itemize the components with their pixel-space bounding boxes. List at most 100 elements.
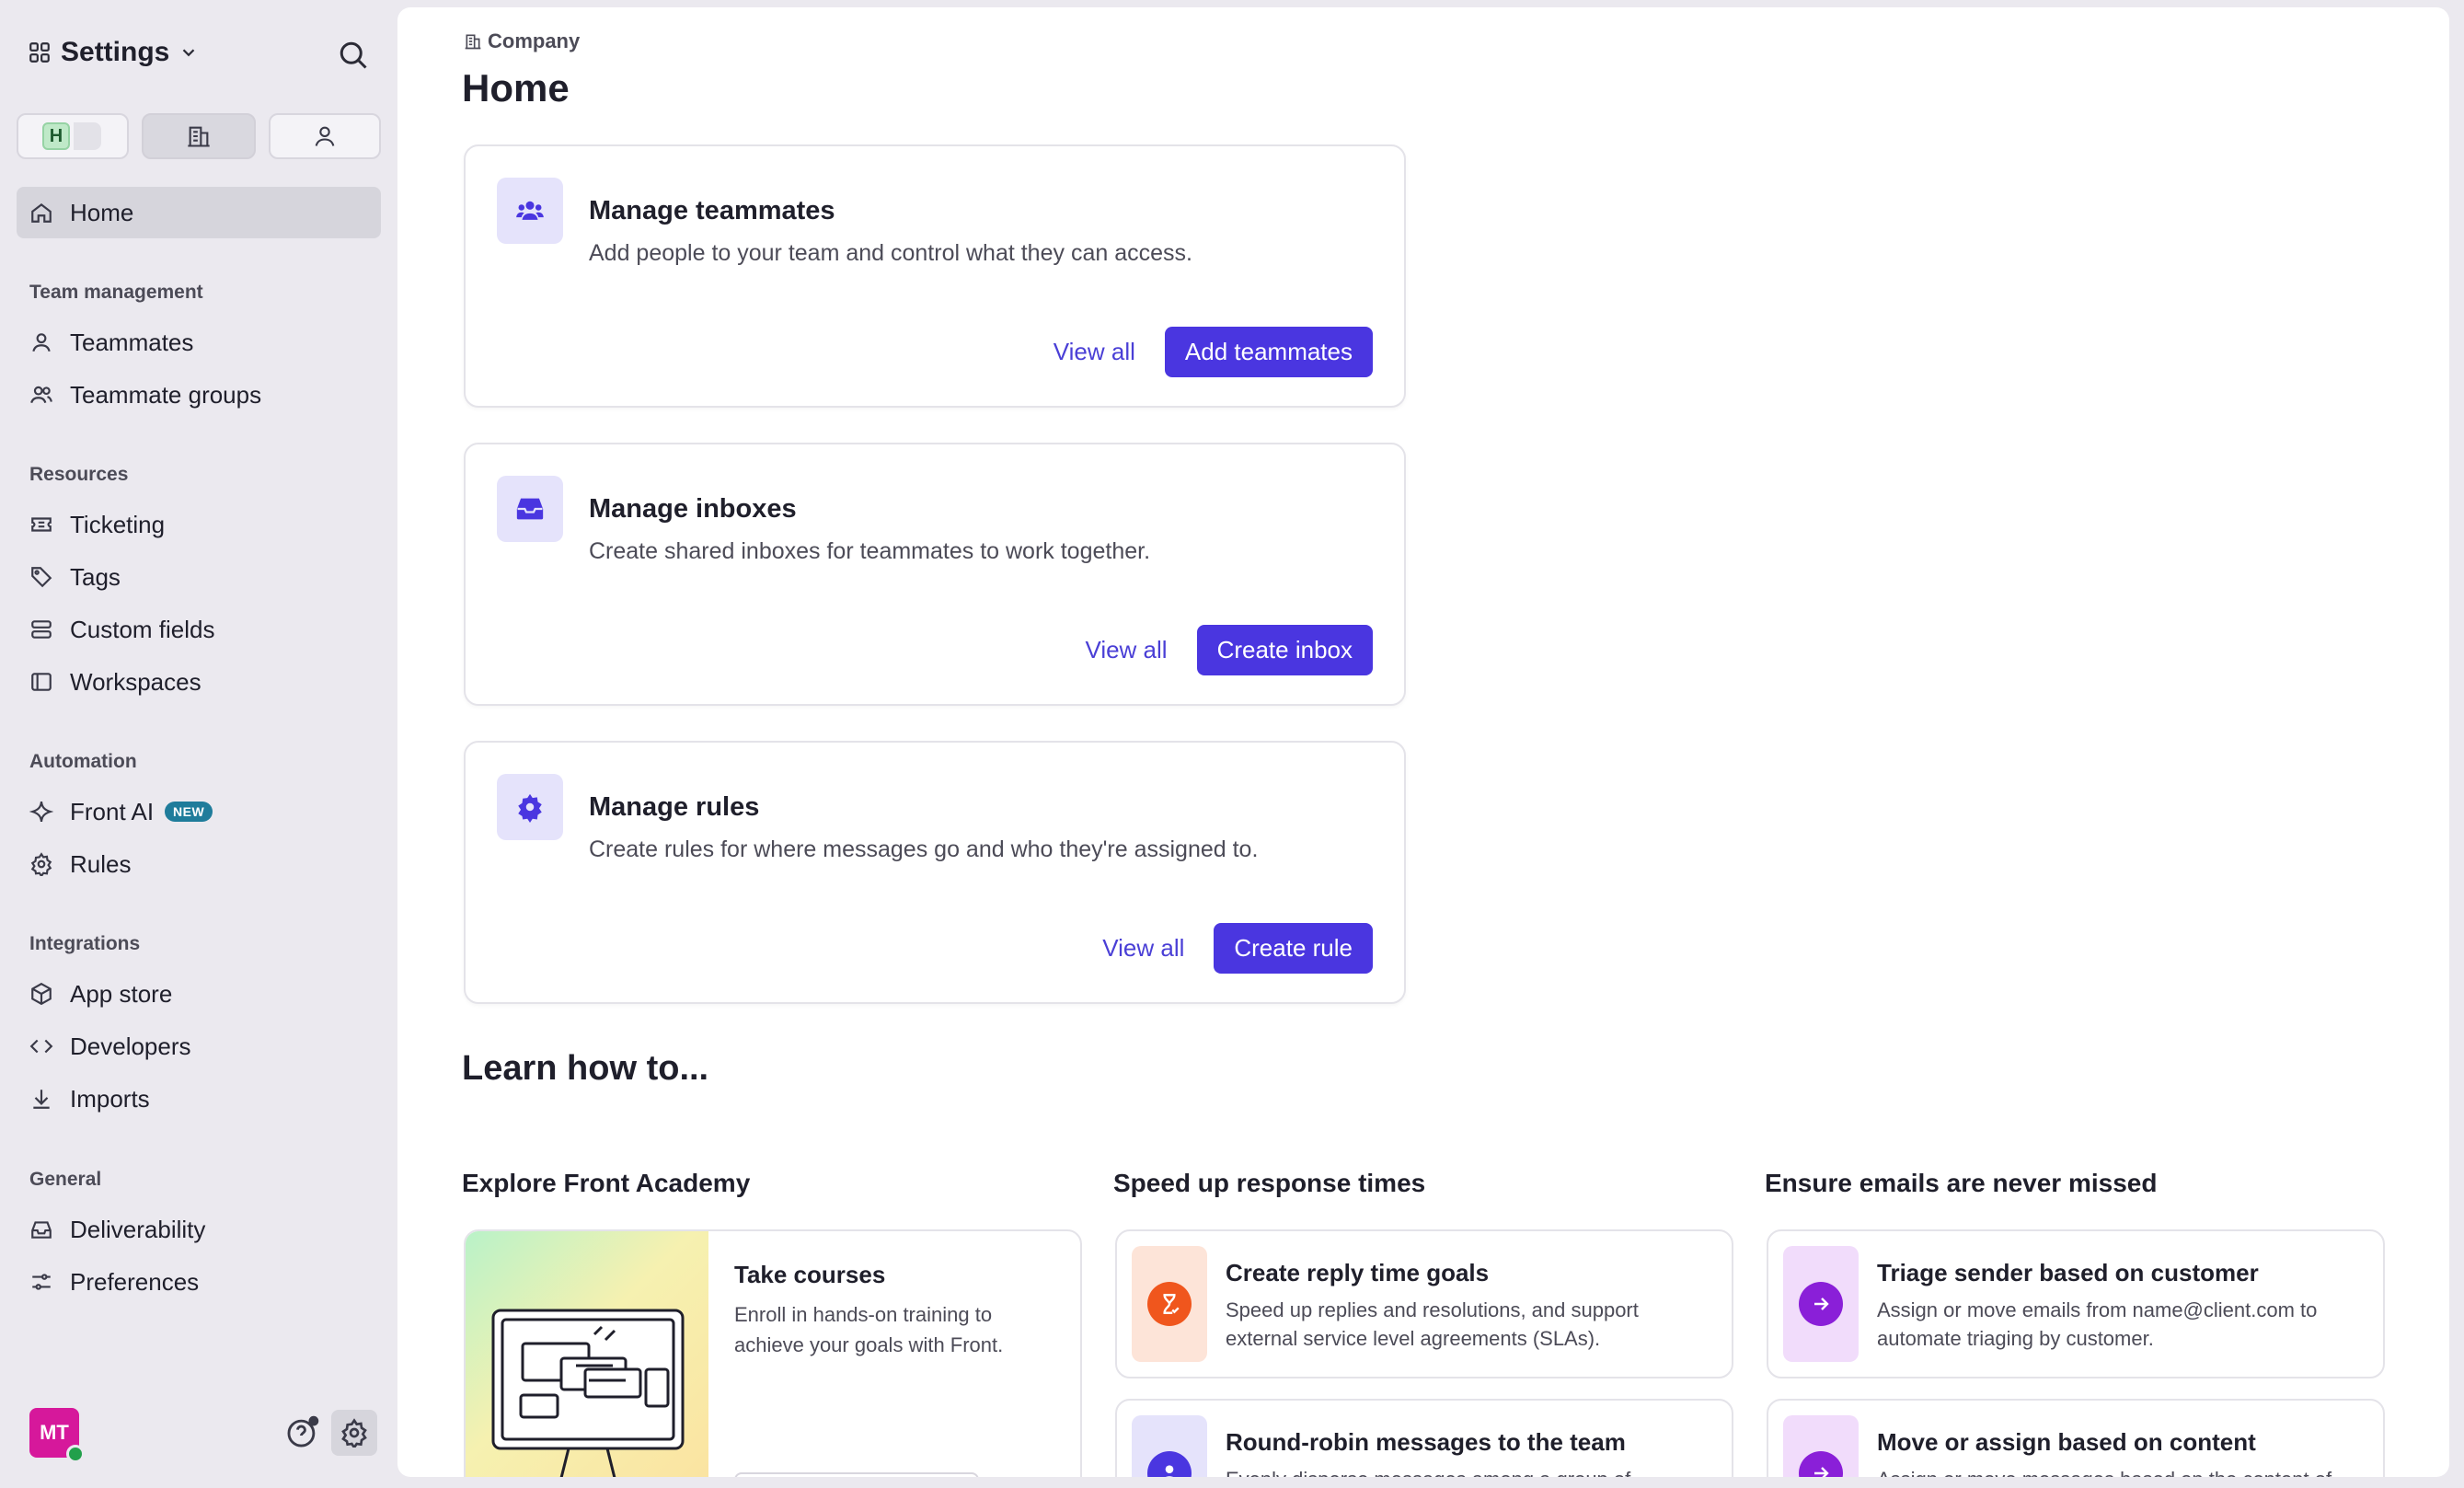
sidebar-item-label: Front AI — [70, 797, 155, 825]
sidebar-item-imports[interactable]: Imports — [17, 1073, 381, 1125]
grid-icon — [28, 40, 52, 64]
column-title-speed: Speed up response times — [1113, 1169, 1426, 1197]
move-assign-card[interactable]: Move or assign based on content Assign o… — [1767, 1399, 2385, 1477]
add-teammates-button[interactable]: Add teammates — [1164, 327, 1373, 377]
manage-inboxes-card: Manage inboxes Create shared inboxes for… — [464, 443, 1406, 706]
sidebar-item-home[interactable]: Home — [17, 187, 381, 238]
breadcrumb-label: Company — [488, 29, 581, 52]
learn-section-title: Learn how to... — [462, 1049, 709, 1088]
view-all-teammates-link[interactable]: View all — [1054, 338, 1135, 366]
code-icon — [28, 1032, 55, 1060]
view-all-inboxes-link[interactable]: View all — [1085, 636, 1167, 664]
sidebar-item-preferences[interactable]: Preferences — [17, 1256, 381, 1308]
box-icon — [28, 980, 55, 1008]
card-description: Add people to your team and control what… — [589, 240, 1192, 266]
building-icon — [186, 123, 212, 149]
sparkle-icon — [28, 798, 55, 825]
building-icon — [464, 32, 482, 51]
sidebar-item-deliverability[interactable]: Deliverability — [17, 1204, 381, 1255]
company-scope-button[interactable] — [142, 113, 256, 159]
card-title: Manage inboxes — [589, 494, 797, 524]
sidebar-item-rules[interactable]: Rules — [17, 838, 381, 890]
personal-scope-button[interactable] — [269, 113, 381, 159]
sidebar-item-label: Preferences — [70, 1267, 200, 1296]
sidebar-item-label: Teammates — [70, 328, 194, 356]
sidebar-item-label: Ticketing — [70, 510, 166, 538]
tip-icon-box — [1132, 1246, 1207, 1362]
card-description: Evenly disperse messages among a group o… — [1226, 1465, 1713, 1477]
sidebar-item-app-store[interactable]: App store — [17, 968, 381, 1020]
sidebar-item-teammates[interactable]: Teammates — [17, 317, 381, 368]
take-courses-button[interactable] — [734, 1472, 979, 1477]
tip-icon-box — [1783, 1246, 1859, 1362]
home-icon — [28, 199, 55, 226]
arrow-right-icon — [1799, 1282, 1843, 1326]
sidebar-item-tags[interactable]: Tags — [17, 551, 381, 603]
workspace-badge: H — [42, 122, 70, 150]
sidebar-item-label: Teammate groups — [70, 380, 262, 409]
view-all-rules-link[interactable]: View all — [1102, 934, 1184, 963]
workspace-switch[interactable]: H — [17, 113, 129, 159]
create-inbox-button[interactable]: Create inbox — [1196, 625, 1373, 675]
new-badge: NEW — [165, 802, 213, 822]
fields-icon — [28, 616, 55, 643]
sidebar-item-label: Custom fields — [70, 615, 215, 643]
card-icon-box — [497, 476, 563, 542]
sidebar-item-label: Workspaces — [70, 667, 201, 696]
help-icon — [285, 1414, 322, 1449]
manage-teammates-card: Manage teammates Add people to your team… — [464, 144, 1406, 408]
user-icon — [312, 123, 338, 149]
card-title: Manage rules — [589, 792, 760, 822]
triage-sender-card[interactable]: Triage sender based on customer Assign o… — [1767, 1229, 2385, 1378]
sidebar-item-label: Tags — [70, 562, 121, 591]
card-description: Assign or move messages based on the con… — [1877, 1465, 2365, 1477]
column-title-ensure: Ensure emails are never missed — [1765, 1169, 2158, 1197]
tip-icon-box — [1783, 1415, 1859, 1477]
sidebar-item-teammate-groups[interactable]: Teammate groups — [17, 369, 381, 421]
sidebar-item-label: App store — [70, 979, 173, 1008]
sidebar-item-label: Developers — [70, 1032, 191, 1060]
help-button[interactable] — [285, 1414, 322, 1451]
main-content: Company Home Manage teammates Add people… — [397, 7, 2449, 1477]
hourglass-icon — [1147, 1282, 1192, 1326]
card-title: Take courses — [734, 1261, 886, 1288]
column-title-academy: Explore Front Academy — [462, 1169, 751, 1197]
chevron-down-icon — [178, 42, 199, 63]
inbox-icon — [514, 493, 546, 525]
card-title: Triage sender based on customer — [1877, 1259, 2259, 1286]
card-description: Create shared inboxes for teammates to w… — [589, 538, 1151, 564]
take-courses-card[interactable]: Take courses Enroll in hands-on training… — [464, 1229, 1082, 1477]
card-description: Speed up replies and resolutions, and su… — [1226, 1298, 1639, 1350]
sidebar-item-label: Home — [70, 198, 134, 226]
reply-time-goals-card[interactable]: Create reply time goals Speed up replies… — [1115, 1229, 1733, 1378]
user-icon — [1147, 1451, 1192, 1477]
card-title: Create reply time goals — [1226, 1259, 1490, 1286]
card-title: Move or assign based on content — [1877, 1428, 2256, 1456]
sliders-icon — [28, 1268, 55, 1296]
section-team-management: Team management — [29, 282, 203, 303]
gear-icon — [340, 1418, 369, 1448]
computer-illustration — [466, 1231, 708, 1477]
search-icon — [337, 39, 374, 72]
sidebar-item-developers[interactable]: Developers — [17, 1021, 381, 1072]
card-icon-box — [497, 178, 563, 244]
gear-icon — [514, 791, 546, 823]
card-title: Round-robin messages to the team — [1226, 1428, 1626, 1456]
sidebar-item-workspaces[interactable]: Workspaces — [17, 656, 381, 708]
gear-icon — [28, 850, 55, 878]
round-robin-card[interactable]: Round-robin messages to the team Evenly … — [1115, 1399, 1733, 1477]
sidebar-item-front-ai[interactable]: Front AI NEW — [17, 786, 381, 837]
sidebar-item-label: Imports — [70, 1084, 150, 1113]
breadcrumb[interactable]: Company — [464, 29, 580, 53]
section-general: General — [29, 1169, 102, 1190]
card-description: Enroll in hands-on training to achieve y… — [734, 1303, 1004, 1356]
user-icon — [28, 329, 55, 356]
sidebar-item-custom-fields[interactable]: Custom fields — [17, 604, 381, 655]
card-icon-box — [497, 774, 563, 840]
search-button[interactable] — [337, 39, 374, 75]
create-rule-button[interactable]: Create rule — [1214, 923, 1373, 974]
sidebar-item-ticketing[interactable]: Ticketing — [17, 499, 381, 550]
workspace-pill — [74, 122, 101, 150]
settings-button[interactable] — [331, 1410, 377, 1456]
settings-menu[interactable]: Settings — [28, 37, 199, 68]
